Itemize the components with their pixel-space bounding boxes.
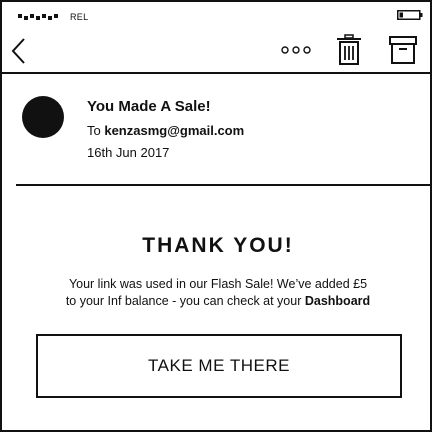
battery-icon: [397, 10, 423, 20]
carrier-label: REL: [70, 12, 89, 22]
thank-you-heading: THANK YOU!: [142, 234, 294, 257]
header-divider: [16, 184, 432, 186]
message-subject: You Made A Sale!: [87, 98, 211, 115]
body-text-line-2-prefix: to your Inf balance - you can check at y…: [65, 294, 305, 308]
sender-avatar: [22, 96, 64, 138]
dashboard-link[interactable]: Dashboard: [305, 294, 370, 308]
recipient-email: kenzasmg@gmail.com: [104, 123, 245, 138]
email-screen: REL You Made A Sale! To kenzasmg@gmail.c…: [0, 0, 432, 432]
body-text-line-2: to your Inf balance - you can check at y…: [2, 294, 432, 308]
trash-icon[interactable]: [336, 34, 362, 66]
recipient-line: To kenzasmg@gmail.com: [87, 123, 244, 138]
more-dots-icon[interactable]: [281, 45, 311, 55]
message-date: 16th Jun 2017: [87, 145, 170, 160]
signal-strength-icon: [18, 14, 58, 20]
take-me-there-button[interactable]: TAKE ME THERE: [36, 334, 402, 398]
status-bar: REL: [2, 2, 430, 30]
archive-box-icon[interactable]: [389, 36, 417, 64]
chevron-left-icon[interactable]: [10, 36, 28, 66]
recipient-prefix: To: [87, 123, 105, 138]
body-text-line-1: Your link was used in our Flash Sale! We…: [68, 277, 368, 291]
message-toolbar: [2, 30, 430, 74]
